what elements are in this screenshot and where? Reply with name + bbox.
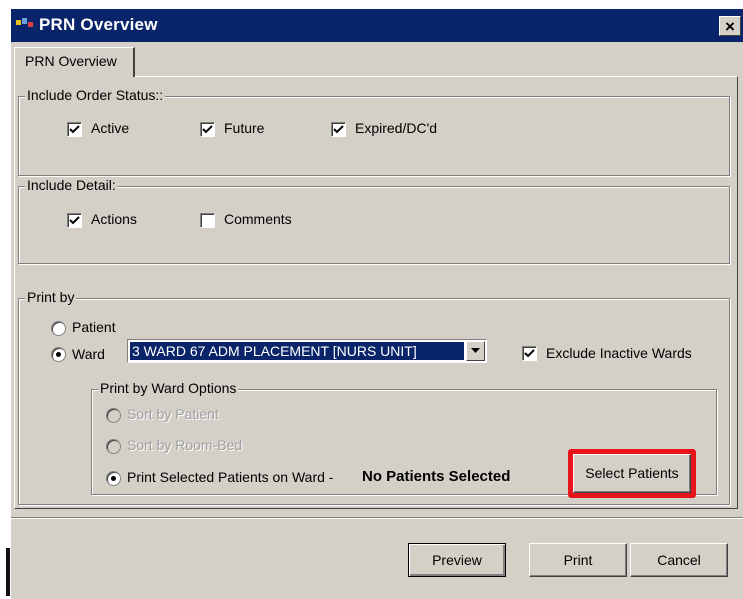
close-button[interactable]: ×	[719, 16, 741, 36]
sort-by-patient-radio[interactable]	[106, 408, 121, 423]
actions-label[interactable]: Actions	[91, 211, 137, 227]
app-icon	[16, 18, 33, 27]
ward-dropdown-button[interactable]	[466, 341, 485, 361]
detail-legend: Include Detail:	[25, 177, 118, 193]
title-bar: PRN Overview ×	[11, 9, 743, 42]
comments-checkbox[interactable]	[200, 213, 215, 228]
order-status-group: Include Order Status::	[18, 87, 730, 176]
selection-status: No Patients Selected	[362, 468, 511, 485]
active-checkbox[interactable]	[67, 122, 82, 137]
sort-by-room-radio[interactable]	[106, 439, 121, 454]
comments-label[interactable]: Comments	[224, 211, 292, 227]
cancel-button[interactable]: Cancel	[630, 543, 728, 577]
patient-radio[interactable]	[51, 321, 66, 336]
ward-radio[interactable]	[51, 347, 66, 362]
print-button[interactable]: Print	[529, 543, 627, 577]
sort-by-patient-label[interactable]: Sort by Patient	[127, 406, 219, 422]
checkmark-icon	[69, 216, 80, 225]
preview-button[interactable]: Preview	[408, 543, 506, 577]
window-title: PRN Overview	[39, 15, 158, 34]
chevron-down-icon	[471, 348, 480, 353]
ward-options-legend: Print by Ward Options	[98, 380, 239, 396]
exclude-inactive-label[interactable]: Exclude Inactive Wards	[546, 345, 692, 361]
future-checkbox[interactable]	[200, 122, 215, 137]
expired-dc-label[interactable]: Expired/DC'd	[355, 120, 437, 136]
prn-overview-dialog: PRN Overview × PRN Overview Include Orde…	[10, 8, 743, 599]
print-selected-radio[interactable]	[106, 471, 121, 486]
ward-select-value: 3 WARD 67 ADM PLACEMENT [NURS UNIT]	[130, 342, 464, 360]
tab-prn-overview[interactable]: PRN Overview	[14, 47, 135, 77]
preview-label: Preview	[432, 552, 482, 568]
print-label: Print	[563, 552, 593, 568]
active-label[interactable]: Active	[91, 120, 129, 136]
tab-label: PRN Overview	[25, 53, 117, 69]
ward-select[interactable]: 3 WARD 67 ADM PLACEMENT [NURS UNIT]	[127, 339, 487, 363]
close-icon: ×	[725, 17, 735, 36]
sort-by-room-label[interactable]: Sort by Room-Bed	[127, 437, 242, 453]
checkmark-icon	[69, 125, 80, 134]
order-status-legend: Include Order Status::	[25, 87, 166, 103]
expired-dc-checkbox[interactable]	[331, 122, 346, 137]
checkmark-icon	[202, 125, 213, 134]
cancel-label: Cancel	[657, 552, 701, 568]
print-selected-label[interactable]: Print Selected Patients on Ward -	[127, 469, 333, 485]
patient-radio-label[interactable]: Patient	[72, 319, 116, 335]
annotation-highlight-box	[568, 449, 696, 498]
exclude-inactive-checkbox[interactable]	[522, 346, 537, 361]
print-by-legend: Print by	[25, 289, 77, 305]
actions-checkbox[interactable]	[67, 213, 82, 228]
checkmark-icon	[333, 125, 344, 134]
ward-radio-label[interactable]: Ward	[72, 346, 105, 362]
checkmark-icon	[524, 349, 535, 358]
future-label[interactable]: Future	[224, 120, 264, 136]
footer-separator	[11, 517, 743, 519]
